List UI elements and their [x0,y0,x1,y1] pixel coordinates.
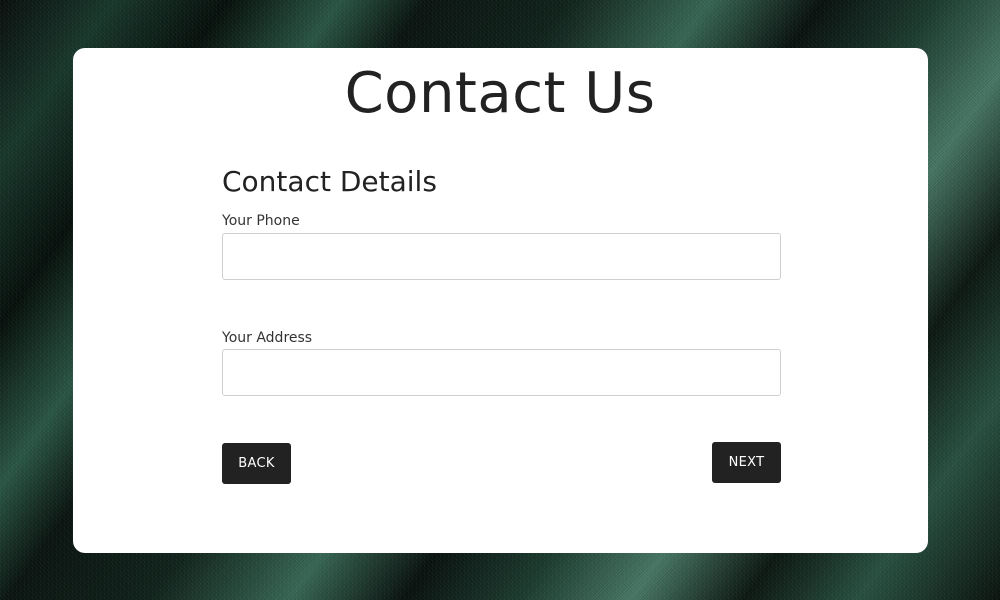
phone-input[interactable] [222,233,781,280]
phone-label: Your Phone [222,213,300,229]
page-title: Contact Us [344,61,656,126]
next-button[interactable]: NEXT [712,442,781,483]
address-input[interactable] [222,349,781,396]
back-button[interactable]: BACK [222,443,291,484]
address-label: Your Address [222,330,313,346]
section-title: Contact Details [222,165,437,198]
